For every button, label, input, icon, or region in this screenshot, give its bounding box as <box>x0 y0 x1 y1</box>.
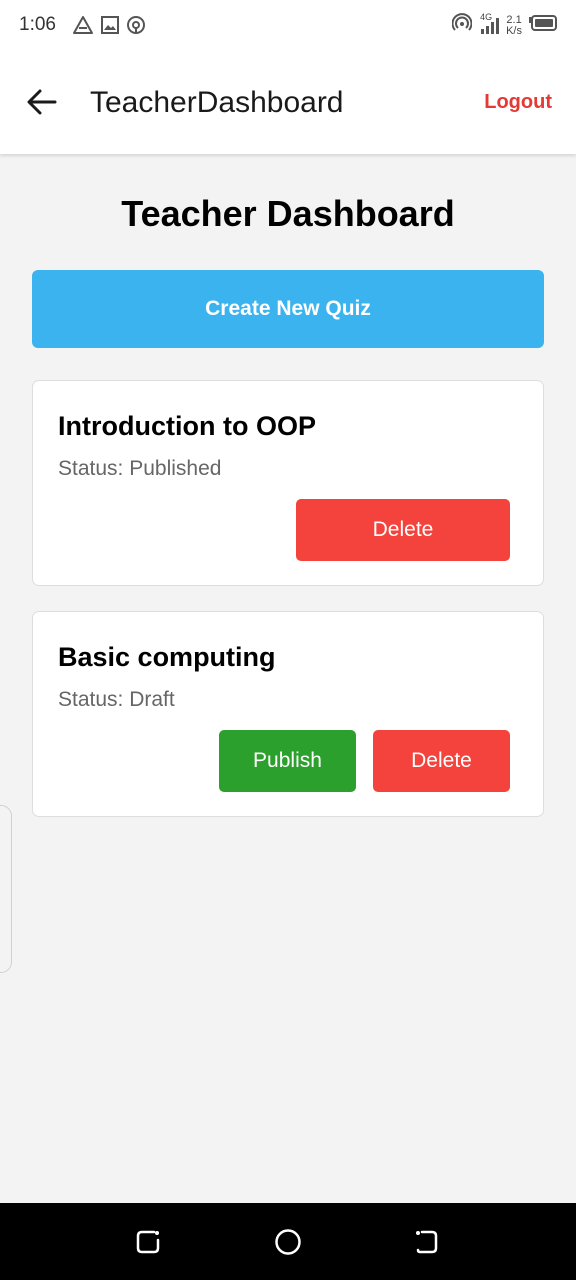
network-speed-value: 2.1 <box>506 13 522 26</box>
publish-button[interactable]: Publish <box>219 730 356 792</box>
status-system-icons: 4G 2.1 K/s <box>451 12 558 38</box>
back-button[interactable] <box>24 86 60 122</box>
status-notification-icons <box>72 15 146 35</box>
battery-icon <box>528 15 558 36</box>
recent-apps-icon <box>134 1230 164 1261</box>
quiz-title: Introduction to OOP <box>58 411 316 441</box>
hotspot-icon <box>451 13 473 38</box>
delete-button[interactable]: Delete <box>373 730 510 792</box>
page-title: Teacher Dashboard <box>121 193 455 234</box>
logout-button[interactable]: Logout <box>484 91 552 114</box>
system-nav-bar <box>0 1203 576 1280</box>
back-nav-button[interactable] <box>412 1227 442 1257</box>
sync-icon <box>126 15 146 35</box>
quiz-card: Introduction to OOP Status: Published De… <box>32 380 544 586</box>
side-edge-handle[interactable] <box>0 805 12 973</box>
app-title: TeacherDashboard <box>90 86 344 119</box>
arrow-left-icon <box>27 89 57 120</box>
signal-icon: 4G <box>478 12 500 38</box>
app-bar: TeacherDashboard Logout <box>0 52 576 154</box>
quiz-status: Status: Published <box>58 457 222 480</box>
quiz-card: Basic computing Status: Draft Publish De… <box>32 611 544 817</box>
home-icon <box>273 1229 303 1261</box>
quiz-status: Status: Draft <box>58 688 175 711</box>
back-nav-icon <box>412 1230 442 1261</box>
recent-apps-button[interactable] <box>134 1227 164 1257</box>
status-bar: 1:06 4G 2.1 K/s <box>0 0 576 52</box>
home-button[interactable] <box>273 1227 303 1257</box>
quiz-title: Basic computing <box>58 642 276 672</box>
warning-icon <box>72 15 94 35</box>
status-time: 1:06 <box>19 14 56 35</box>
image-icon <box>100 15 120 35</box>
delete-button[interactable]: Delete <box>296 499 510 561</box>
network-speed: 2.1 K/s <box>506 13 522 37</box>
network-speed-unit: K/s <box>506 24 522 37</box>
create-new-quiz-button[interactable]: Create New Quiz <box>32 270 544 348</box>
